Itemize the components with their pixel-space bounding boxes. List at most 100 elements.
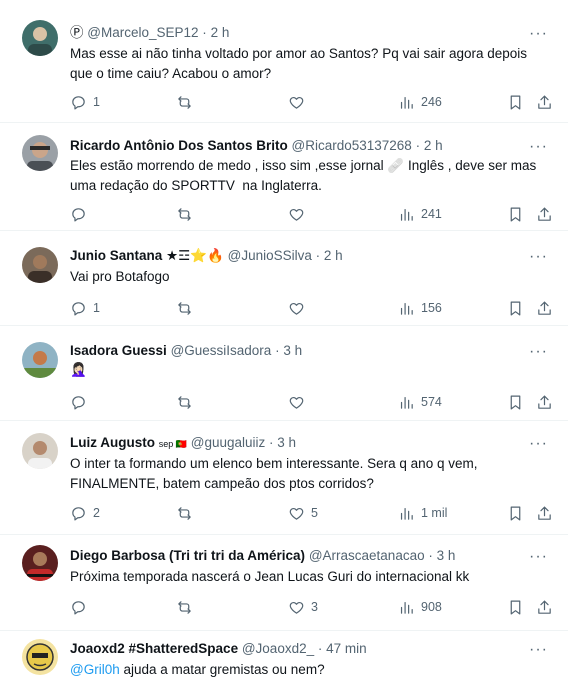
avatar[interactable] xyxy=(22,20,58,56)
more-icon[interactable]: ··· xyxy=(529,549,548,565)
views-button[interactable]: 1 mil xyxy=(398,503,447,523)
tweet-author-name[interactable]: Junio Santana ★☲⭐🔥 xyxy=(70,248,224,263)
avatar[interactable] xyxy=(22,545,58,581)
views-button[interactable]: 908 xyxy=(398,597,442,617)
reply-icon xyxy=(72,395,85,409)
like-button[interactable] xyxy=(288,204,311,224)
tweet-time[interactable]: 3 h xyxy=(283,343,302,358)
more-icon[interactable]: ··· xyxy=(529,344,548,360)
like-button[interactable] xyxy=(288,392,311,412)
reply-button[interactable] xyxy=(70,392,93,412)
share-button[interactable] xyxy=(536,204,553,224)
tweet-text: @Gril0h ajuda a matar gremistas ou nem? xyxy=(70,660,542,680)
views-icon xyxy=(400,208,413,221)
avatar[interactable] xyxy=(22,342,58,378)
tweet[interactable]: Luiz Augusto sep 🇵🇹 @guugaluiiz · 3 h ··… xyxy=(0,421,568,535)
avatar[interactable] xyxy=(22,433,58,469)
separator-dot: · xyxy=(315,248,321,263)
tweet-handle[interactable]: @Joaoxd2_ xyxy=(242,641,314,656)
mention-link[interactable]: @Gril0h xyxy=(70,662,120,677)
tweet-actions: 2 5 1 mil xyxy=(70,503,553,523)
views-button[interactable]: 156 xyxy=(398,298,442,318)
bookmark-button[interactable] xyxy=(507,92,524,112)
tweet-actions: 241 xyxy=(70,204,553,224)
bookmark-button[interactable] xyxy=(507,298,524,318)
tweet-time[interactable]: 2 h xyxy=(211,25,230,40)
share-icon xyxy=(538,395,551,409)
view-count: 246 xyxy=(421,95,442,109)
share-button[interactable] xyxy=(536,298,553,318)
tweet-author-name[interactable]: Luiz Augusto xyxy=(70,435,155,450)
verified-icon: Ⓟ xyxy=(70,25,84,40)
tweet-handle[interactable]: @Marcelo_SEP12 xyxy=(87,25,198,40)
tweet-handle[interactable]: @Arrascaetanacao xyxy=(309,548,425,563)
tweet-author-name[interactable]: Joaoxd2 #ShatteredSpace xyxy=(70,641,238,656)
tweet-time[interactable]: 2 h xyxy=(324,248,343,263)
retweet-icon xyxy=(178,395,191,409)
tweet-author-name[interactable]: Ricardo Antônio Dos Santos Brito xyxy=(70,138,288,153)
retweet-icon xyxy=(178,207,191,221)
tweet[interactable]: Ⓟ @Marcelo_SEP12 · 2 h ··· Mas esse ai n… xyxy=(0,0,568,123)
views-icon xyxy=(400,302,413,315)
retweet-button[interactable] xyxy=(176,92,199,112)
tweet-time[interactable]: 2 h xyxy=(424,138,443,153)
share-button[interactable] xyxy=(536,503,553,523)
more-icon[interactable]: ··· xyxy=(529,26,548,42)
reply-button[interactable]: 1 xyxy=(70,92,100,112)
tweet-author-name[interactable]: Diego Barbosa (Tri tri tri da América) xyxy=(70,548,305,563)
reply-button[interactable] xyxy=(70,204,93,224)
share-button[interactable] xyxy=(536,392,553,412)
tweet-author-name[interactable]: Isadora Guessi xyxy=(70,343,167,358)
retweet-button[interactable] xyxy=(176,392,199,412)
tweet-handle[interactable]: @JunioSSilva xyxy=(228,248,312,263)
reply-button[interactable]: 1 xyxy=(70,298,100,318)
avatar[interactable] xyxy=(22,247,58,283)
more-icon[interactable]: ··· xyxy=(529,436,548,452)
like-button[interactable]: 3 xyxy=(288,597,318,617)
separator-dot: · xyxy=(415,138,421,153)
views-button[interactable]: 246 xyxy=(398,92,442,112)
like-button[interactable]: 5 xyxy=(288,503,318,523)
tweet-time[interactable]: 3 h xyxy=(437,548,456,563)
like-button[interactable] xyxy=(288,298,311,318)
tweet-handle[interactable]: @guugaluiiz xyxy=(191,435,266,450)
like-button[interactable] xyxy=(288,92,311,112)
tweet-text: Vai pro Botafogo xyxy=(70,269,170,284)
bookmark-button[interactable] xyxy=(507,597,524,617)
bookmark-icon xyxy=(510,600,521,614)
views-button[interactable]: 241 xyxy=(398,204,442,224)
views-icon xyxy=(400,507,413,520)
bookmark-button[interactable] xyxy=(507,503,524,523)
tweet[interactable]: Diego Barbosa (Tri tri tri da América) @… xyxy=(0,535,568,631)
share-icon xyxy=(538,600,551,614)
retweet-button[interactable] xyxy=(176,503,199,523)
tweet-actions: 1 156 xyxy=(70,298,553,318)
tweet[interactable]: Ricardo Antônio Dos Santos Brito @Ricard… xyxy=(0,123,568,231)
tweet[interactable]: Joaoxd2 #ShatteredSpace @Joaoxd2_ · 47 m… xyxy=(0,631,568,686)
tweet-time[interactable]: 47 min xyxy=(326,641,367,656)
reply-button[interactable] xyxy=(70,597,93,617)
views-button[interactable]: 574 xyxy=(398,392,442,412)
views-icon xyxy=(400,601,413,614)
share-button[interactable] xyxy=(536,92,553,112)
tweet-header: Diego Barbosa (Tri tri tri da América) @… xyxy=(70,547,528,565)
tweet-handle[interactable]: @GuessiIsadora xyxy=(171,343,272,358)
more-icon[interactable]: ··· xyxy=(529,249,548,265)
bookmark-button[interactable] xyxy=(507,204,524,224)
bookmark-button[interactable] xyxy=(507,392,524,412)
retweet-button[interactable] xyxy=(176,597,199,617)
like-count: 5 xyxy=(311,506,318,520)
tweet[interactable]: Junio Santana ★☲⭐🔥 @JunioSSilva · 2 h ··… xyxy=(0,231,568,326)
tweet-time[interactable]: 3 h xyxy=(277,435,296,450)
retweet-button[interactable] xyxy=(176,298,199,318)
more-icon[interactable]: ··· xyxy=(529,642,548,658)
avatar[interactable] xyxy=(22,639,58,675)
share-button[interactable] xyxy=(536,597,553,617)
tweet-handle[interactable]: @Ricardo53137268 xyxy=(292,138,412,153)
like-icon xyxy=(289,302,304,315)
tweet[interactable]: Isadora Guessi @GuessiIsadora · 3 h ··· … xyxy=(0,326,568,421)
avatar[interactable] xyxy=(22,135,58,171)
reply-button[interactable]: 2 xyxy=(70,503,100,523)
retweet-button[interactable] xyxy=(176,204,199,224)
more-icon[interactable]: ··· xyxy=(529,139,548,155)
